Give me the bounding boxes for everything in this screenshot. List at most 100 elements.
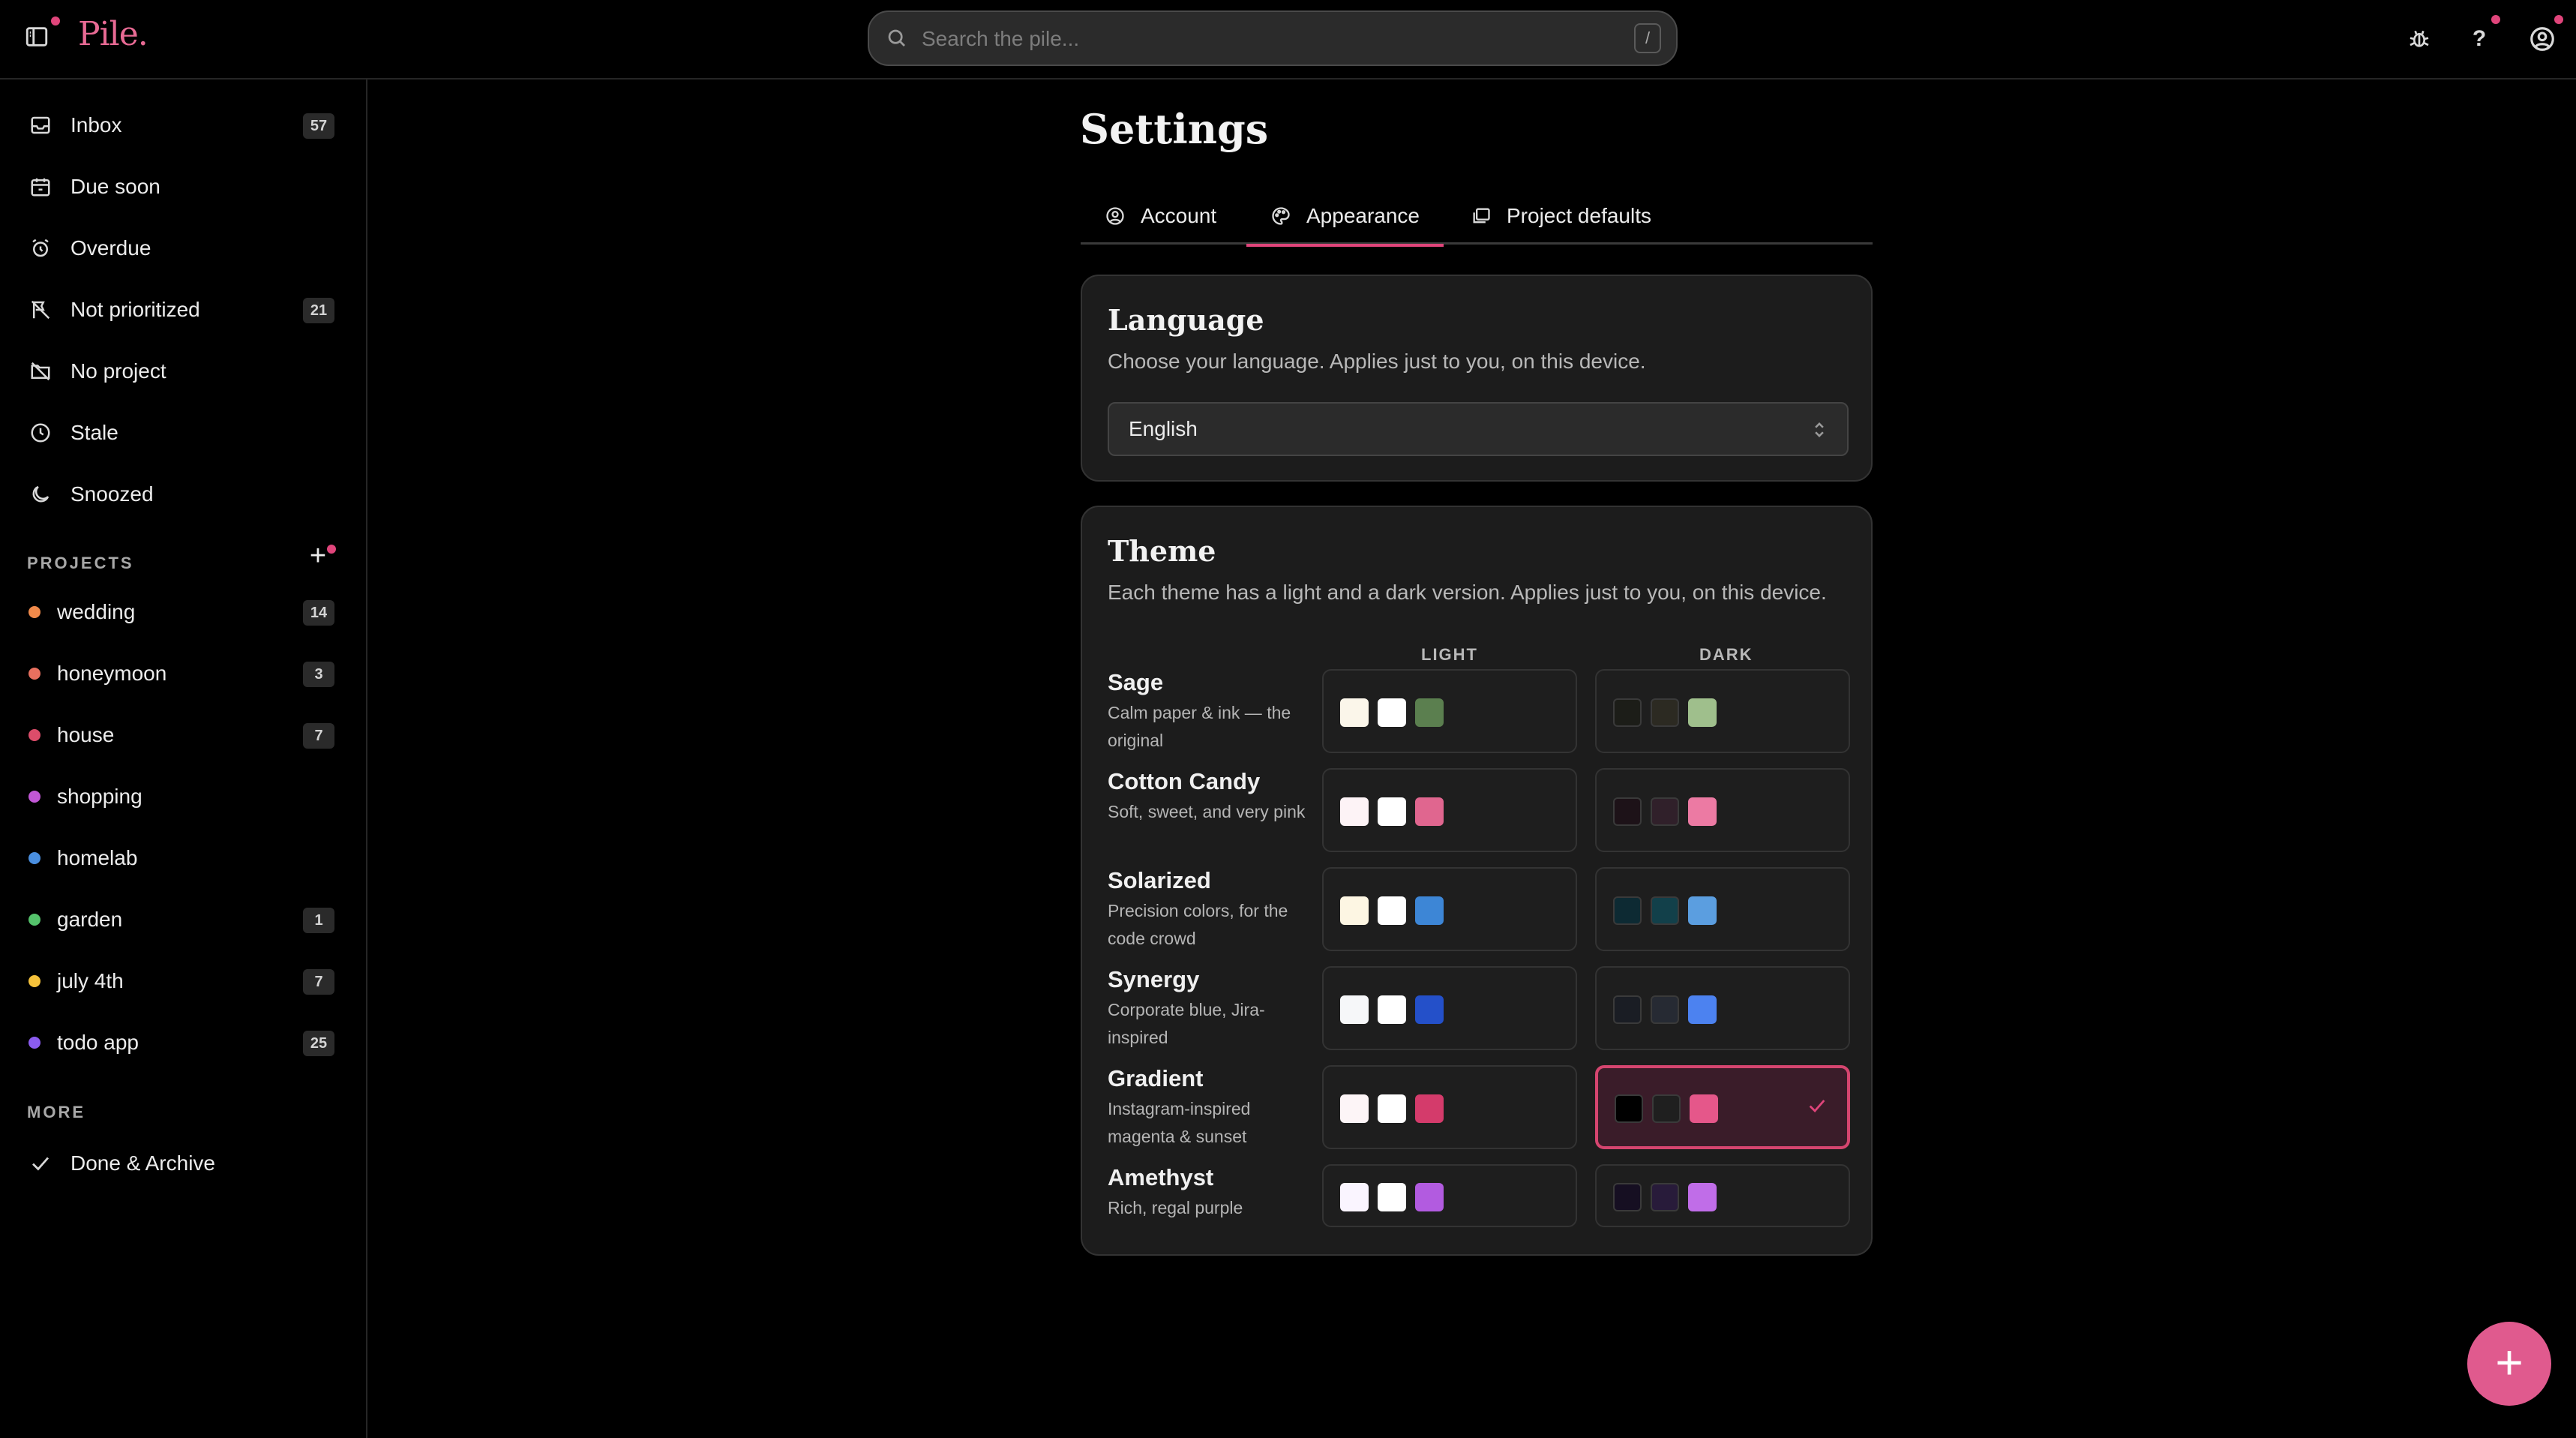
sidebar-project-item[interactable]: honeymoon 3: [27, 651, 334, 696]
sidebar-project-item[interactable]: todo app 25: [27, 1020, 334, 1065]
sidebar-toggle-button[interactable]: [24, 17, 60, 54]
user-circle-icon: [2530, 27, 2554, 51]
sidebar-item-inbox[interactable]: Inbox 57: [27, 103, 334, 148]
theme-option-light[interactable]: [1322, 1164, 1577, 1227]
project-name: honeymoon: [57, 662, 167, 685]
project-color-dot: [28, 729, 40, 741]
color-swatch: [1378, 1183, 1406, 1211]
tab-appearance[interactable]: Appearance: [1246, 188, 1444, 247]
notification-dot: [2554, 15, 2563, 24]
user-circle-icon: [1106, 207, 1124, 225]
sidebar-project-item[interactable]: shopping: [27, 774, 334, 819]
language-select[interactable]: English: [1108, 402, 1849, 456]
theme-description: Each theme has a light and a dark versio…: [1108, 581, 1827, 604]
theme-row: Synergy Corporate blue, Jira-inspired: [1108, 966, 1850, 1050]
theme-option-light[interactable]: [1322, 1065, 1577, 1149]
theme-card: Theme Each theme has a light and a dark …: [1081, 506, 1873, 1256]
theme-description: Calm paper & ink — the original: [1108, 703, 1291, 750]
theme-option-light[interactable]: [1322, 768, 1577, 852]
color-swatch: [1340, 698, 1369, 727]
project-name: shopping: [57, 785, 142, 808]
dark-column-header: DARK: [1699, 645, 1753, 664]
search-input[interactable]: Search the pile...: [922, 27, 1079, 51]
sidebar-item-due-soon[interactable]: Due soon: [27, 164, 334, 209]
project-color-dot: [28, 914, 40, 926]
color-swatch: [1378, 797, 1406, 826]
project-name: wedding: [57, 600, 136, 623]
theme-option-dark[interactable]: [1595, 966, 1850, 1050]
theme-option-dark[interactable]: [1595, 1065, 1850, 1149]
sidebar-project-item[interactable]: garden 1: [27, 897, 334, 942]
sidebar-item-done-archive[interactable]: Done & Archive: [27, 1141, 334, 1186]
theme-option-light[interactable]: [1322, 966, 1577, 1050]
theme-option-light[interactable]: [1322, 867, 1577, 951]
color-swatch: [1415, 995, 1444, 1024]
sidebar-project-item[interactable]: house 7: [27, 713, 334, 758]
theme-description: Corporate blue, Jira-inspired: [1108, 1000, 1265, 1047]
count-badge: 14: [303, 600, 334, 626]
color-swatch: [1613, 896, 1642, 925]
color-swatch: [1340, 797, 1369, 826]
theme-description: Rich, regal purple: [1108, 1198, 1243, 1217]
theme-option-dark[interactable]: [1595, 768, 1850, 852]
theme-row: Cotton Candy Soft, sweet, and very pink: [1108, 768, 1850, 852]
sidebar-item-stale[interactable]: Stale: [27, 410, 334, 455]
color-swatch: [1651, 797, 1679, 826]
sidebar-item-snoozed[interactable]: Snoozed: [27, 472, 334, 517]
add-task-button[interactable]: +: [2467, 1322, 2551, 1406]
project-color-dot: [28, 606, 40, 618]
theme-option-dark[interactable]: [1595, 669, 1850, 753]
theme-row: Solarized Precision colors, for the code …: [1108, 867, 1850, 951]
sidebar-item-not-prioritized[interactable]: Not prioritized 21: [27, 287, 334, 332]
color-swatch: [1415, 896, 1444, 925]
tab-label: Account: [1141, 204, 1217, 227]
tab-project-defaults[interactable]: Project defaults: [1471, 188, 1651, 245]
theme-option-light[interactable]: [1322, 669, 1577, 753]
sidebar-project-item[interactable]: july 4th 7: [27, 959, 334, 1004]
sidebar-item-overdue[interactable]: Overdue: [27, 226, 334, 271]
sidebar-item-label: Not prioritized: [70, 298, 200, 321]
search-bar[interactable]: Search the pile... /: [868, 11, 1678, 66]
color-swatch: [1651, 995, 1679, 1024]
project-color-dot: [28, 852, 40, 864]
color-swatch: [1688, 1183, 1717, 1211]
sidebar-toggle-icon: [25, 27, 48, 47]
color-swatch: [1415, 698, 1444, 727]
theme-name: Gradient: [1108, 1065, 1204, 1091]
color-swatch: [1378, 698, 1406, 727]
count-badge: 7: [303, 723, 334, 749]
selected-check-icon: [1809, 1100, 1825, 1113]
theme-name: Sage: [1108, 669, 1164, 695]
search-shortcut-hint: /: [1634, 23, 1661, 53]
project-color-dot: [28, 791, 40, 803]
tab-account[interactable]: Account: [1105, 188, 1216, 245]
inbox-icon: [31, 116, 50, 134]
account-button[interactable]: [2526, 15, 2563, 56]
project-color-dot: [28, 1037, 40, 1049]
theme-name: Synergy: [1108, 966, 1200, 992]
theme-row: Gradient Instagram-inspired magenta & sun…: [1108, 1065, 1850, 1149]
count-badge: 1: [303, 908, 334, 933]
moon-icon: [32, 485, 49, 503]
sidebar-item-no-project[interactable]: No project: [27, 349, 334, 394]
bug-report-button[interactable]: [2403, 23, 2436, 56]
sidebar-item-label: Done & Archive: [70, 1151, 215, 1175]
page-title: Settings: [1080, 105, 1269, 153]
notification-dot: [327, 545, 336, 554]
project-name: homelab: [57, 846, 138, 869]
color-swatch: [1415, 1094, 1444, 1123]
sidebar-project-item[interactable]: wedding 14: [27, 590, 334, 635]
color-swatch: [1690, 1094, 1718, 1123]
calendar-icon: [31, 178, 50, 197]
sidebar-project-item[interactable]: homelab: [27, 836, 334, 881]
app-logo[interactable]: Pile.: [78, 15, 148, 53]
chevron-up-down-icon: [1815, 422, 1824, 437]
theme-option-dark[interactable]: [1595, 867, 1850, 951]
help-icon: ?: [2472, 26, 2487, 51]
help-button[interactable]: ?: [2463, 15, 2500, 56]
project-color-dot: [28, 975, 40, 987]
notification-dot: [51, 17, 60, 26]
sidebar-item-label: No project: [70, 359, 166, 383]
bug-icon: [2410, 30, 2429, 47]
theme-option-dark[interactable]: [1595, 1164, 1850, 1227]
